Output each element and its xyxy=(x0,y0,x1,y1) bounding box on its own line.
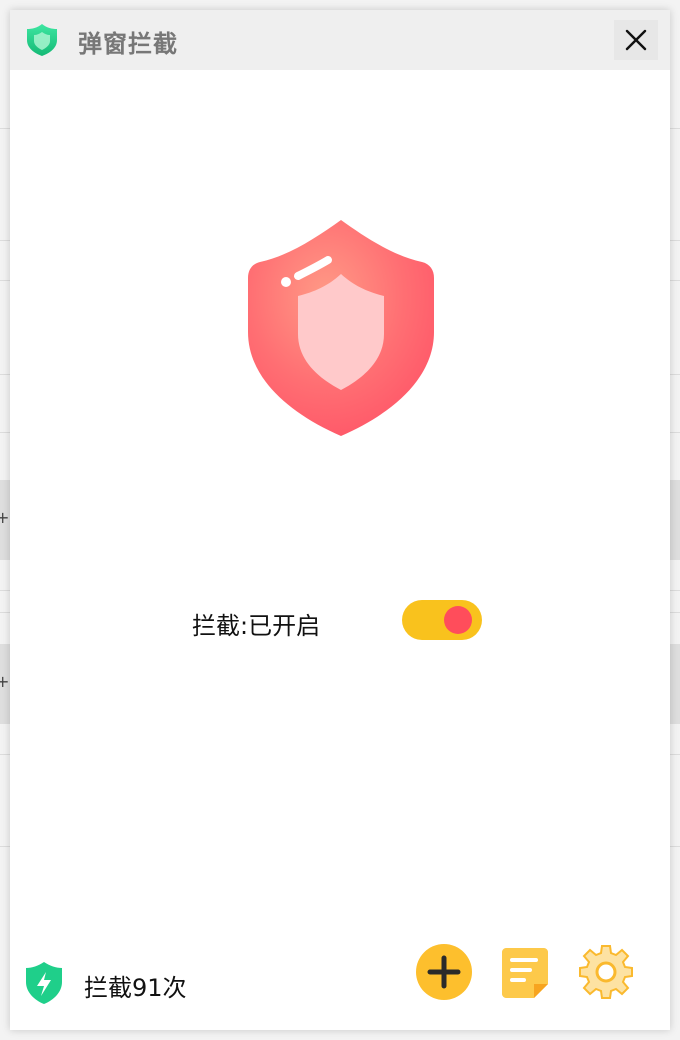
lightning-shield-icon xyxy=(26,962,62,1004)
blocking-status-label: 拦截:已开启 xyxy=(192,612,321,640)
document-icon xyxy=(502,948,548,998)
shield-icon xyxy=(248,220,434,436)
popup-blocker-window: 弹窗拦截 拦截:已开启 拦截91次 xyxy=(10,10,670,1030)
log-button[interactable] xyxy=(496,942,556,1002)
title-bar[interactable]: 弹窗拦截 xyxy=(10,10,670,70)
gear-icon xyxy=(579,945,633,999)
window-title: 弹窗拦截 xyxy=(78,30,178,58)
background-plus-icon: + xyxy=(0,672,10,691)
settings-button[interactable] xyxy=(576,942,636,1002)
background-plus-icon: + xyxy=(0,508,10,527)
shield-icon xyxy=(27,24,57,56)
blocking-toggle[interactable] xyxy=(402,600,482,640)
close-button[interactable] xyxy=(614,20,658,60)
close-icon xyxy=(625,29,647,51)
plus-icon xyxy=(416,944,472,1000)
add-button[interactable] xyxy=(414,942,474,1002)
block-count-label: 拦截91次 xyxy=(84,974,187,1002)
toggle-knob xyxy=(444,606,472,634)
